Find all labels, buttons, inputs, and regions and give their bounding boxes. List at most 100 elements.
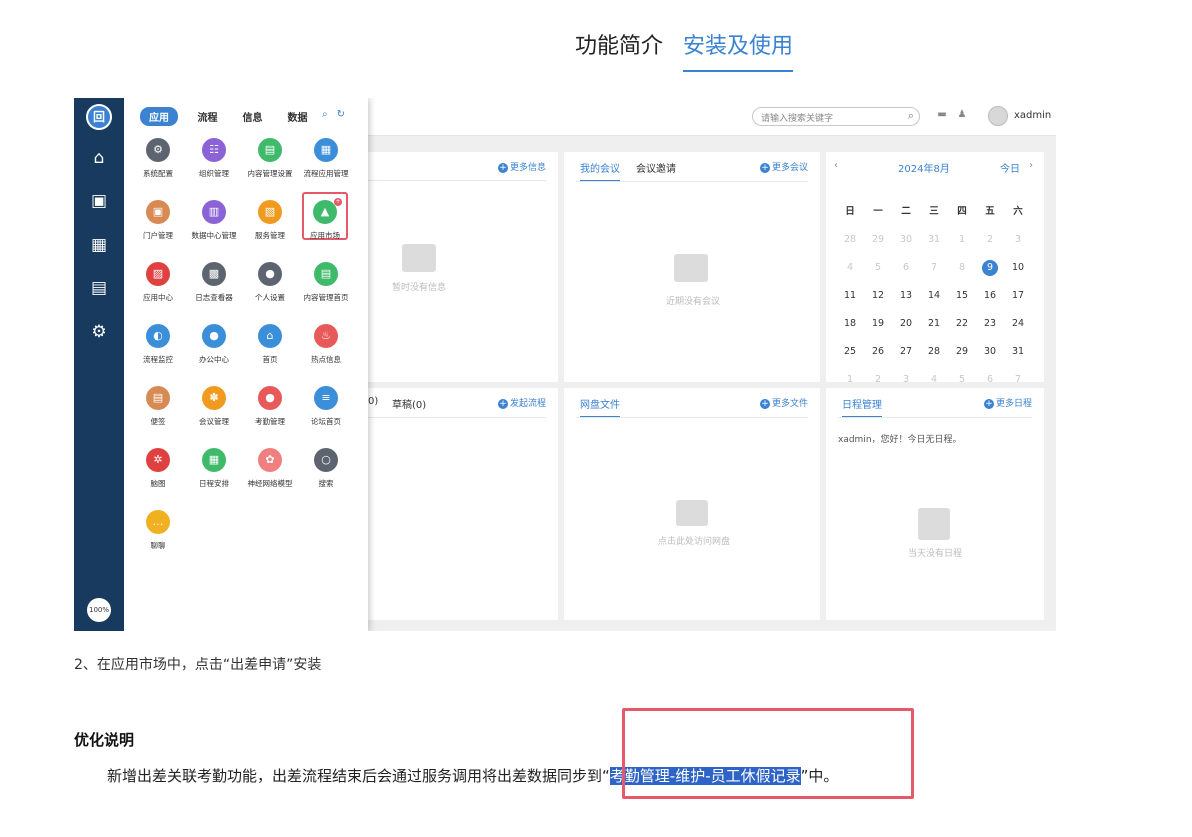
app-item[interactable]: ▦ 流程应用管理 xyxy=(296,138,356,179)
start-flow-link[interactable]: 发起流程 xyxy=(498,396,546,409)
user-name[interactable]: xadmin xyxy=(1014,110,1051,121)
zoom-level[interactable]: 100% xyxy=(87,598,111,622)
app-item[interactable]: ⌂ 首页 xyxy=(240,324,300,365)
app-item[interactable]: … 聊聊 xyxy=(128,510,188,551)
app-item[interactable]: ✿ 神经网络模型 xyxy=(240,448,300,489)
menu-tab-flow[interactable]: 流程 xyxy=(185,107,230,126)
app-label: 内容管理设置 xyxy=(247,169,293,178)
app-item[interactable]: ▥ 数据中心管理 xyxy=(184,200,244,241)
app-item[interactable]: ▩ 日志查看器 xyxy=(184,262,244,303)
calendar-day[interactable]: 13 xyxy=(892,282,920,310)
avatar[interactable] xyxy=(988,106,1008,126)
app-item[interactable]: ▤ 内容管理首页 xyxy=(296,262,356,303)
calendar-day[interactable]: 2 xyxy=(976,226,1004,254)
calendar-day[interactable]: 28 xyxy=(836,226,864,254)
calendar-day[interactable]: 24 xyxy=(1004,310,1032,338)
calendar-day[interactable]: 5 xyxy=(864,254,892,282)
more-files-link[interactable]: 更多文件 xyxy=(760,396,808,409)
disk-empty-text[interactable]: 点击此处访问网盘 xyxy=(658,534,730,547)
search-icon[interactable]: ⌕ xyxy=(908,109,914,123)
tab-my-meetings[interactable]: 我的会议 xyxy=(580,160,620,175)
today-button[interactable]: 今日 xyxy=(1000,160,1020,175)
menu-tab-apps[interactable]: 应用 xyxy=(140,107,178,126)
calendar-day[interactable]: 14 xyxy=(920,282,948,310)
app-item[interactable]: ● 考勤管理 xyxy=(240,386,300,427)
calendar-day-today[interactable]: 9 xyxy=(976,254,1004,282)
menu-tab-info[interactable]: 信息 xyxy=(230,107,275,126)
app-item[interactable]: ☷ 组织管理 xyxy=(184,138,244,179)
home-icon[interactable]: ⌂ xyxy=(89,149,109,167)
calendar-day[interactable]: 30 xyxy=(892,226,920,254)
calendar-day[interactable]: 19 xyxy=(864,310,892,338)
menu-tab-data[interactable]: 数据 xyxy=(275,107,320,126)
shirt-icon[interactable]: ♟ xyxy=(956,109,968,121)
app-item[interactable]: ≡ 论坛首页 xyxy=(296,386,356,427)
message-icon[interactable]: ▬ xyxy=(936,109,948,121)
calendar-day[interactable]: 10 xyxy=(1004,254,1032,282)
refresh-icon[interactable]: ↻ xyxy=(337,109,345,120)
prev-month-icon[interactable]: ‹ xyxy=(834,160,838,171)
calendar-day[interactable]: 18 xyxy=(836,310,864,338)
user-settings-icon[interactable]: ⚙ xyxy=(89,323,109,341)
calendar-day[interactable]: 31 xyxy=(1004,338,1032,366)
calendar-day[interactable]: 22 xyxy=(948,310,976,338)
calendar-day-number: 31 xyxy=(1011,346,1025,357)
menu-search-icon[interactable]: ⌕ xyxy=(322,109,328,120)
calendar-grid: 日一二三四五六 28 29 30 31 1 2 3 4 5 6 7 8 9 10 11 12 13 14 15 16 17… xyxy=(836,198,1032,394)
calendar-day[interactable]: 30 xyxy=(976,338,1004,366)
app-item[interactable]: ▧ 服务管理 xyxy=(240,200,300,241)
calendar-day[interactable]: 16 xyxy=(976,282,1004,310)
app-item[interactable]: ● 办公中心 xyxy=(184,324,244,365)
calendar-day[interactable]: 25 xyxy=(836,338,864,366)
next-month-icon[interactable]: › xyxy=(1029,160,1033,171)
calendar-day[interactable]: 31 xyxy=(920,226,948,254)
header-search-input[interactable]: 请输入搜索关键字 ⌕ xyxy=(752,107,920,126)
monitor-user-icon[interactable]: ▣ xyxy=(89,192,109,210)
calendar-day[interactable]: 4 xyxy=(836,254,864,282)
app-item[interactable]: ▣ 门户管理 xyxy=(128,200,188,241)
calendar-day[interactable]: 20 xyxy=(892,310,920,338)
more-schedule-link[interactable]: 更多日程 xyxy=(984,396,1032,409)
tab-flow-count[interactable]: 0) xyxy=(368,396,378,407)
calendar-day[interactable]: 17 xyxy=(1004,282,1032,310)
calendar-day[interactable]: 3 xyxy=(1004,226,1032,254)
tab-install-usage[interactable]: 安装及使用 xyxy=(683,28,794,72)
app-item[interactable]: ⚙ 系统配置 xyxy=(128,138,188,179)
calendar-day[interactable]: 29 xyxy=(864,226,892,254)
schedule-title[interactable]: 日程管理 xyxy=(842,396,882,411)
report-icon[interactable]: ▦ xyxy=(89,236,109,254)
more-info-link[interactable]: 更多信息 xyxy=(498,160,546,173)
tab-feature-intro[interactable]: 功能简介 xyxy=(575,28,663,72)
calendar-day[interactable]: 11 xyxy=(836,282,864,310)
app-item[interactable]: ▨ 应用中心 xyxy=(128,262,188,303)
tab-drafts[interactable]: 草稿(0) xyxy=(392,396,426,411)
calendar-day-number: 30 xyxy=(899,234,913,245)
calendar-day[interactable]: 12 xyxy=(864,282,892,310)
calendar-day[interactable]: 15 xyxy=(948,282,976,310)
app-item[interactable]: ♨ 热点信息 xyxy=(296,324,356,365)
app-item[interactable]: ▤ 便签 xyxy=(128,386,188,427)
calendar-icon[interactable]: ▤ xyxy=(89,279,109,297)
calendar-day[interactable]: 7 xyxy=(920,254,948,282)
disk-title[interactable]: 网盘文件 xyxy=(580,396,620,411)
app-item[interactable]: ✲ 脑图 xyxy=(128,448,188,489)
calendar-day[interactable]: 21 xyxy=(920,310,948,338)
more-meetings-link[interactable]: 更多会议 xyxy=(760,160,808,173)
calendar-day[interactable]: 23 xyxy=(976,310,1004,338)
logo-icon[interactable]: 回 xyxy=(86,104,112,130)
calendar-day[interactable]: 28 xyxy=(920,338,948,366)
calendar-day[interactable]: 8 xyxy=(948,254,976,282)
calendar-day[interactable]: 27 xyxy=(892,338,920,366)
tab-meeting-invites[interactable]: 会议邀请 xyxy=(636,160,676,175)
app-item[interactable]: ▦ 日程安排 xyxy=(184,448,244,489)
app-item[interactable]: ▲ 应用市场 + xyxy=(302,192,348,240)
app-item[interactable]: ● 个人设置 xyxy=(240,262,300,303)
app-item[interactable]: ○ 搜索 xyxy=(296,448,356,489)
app-item[interactable]: ◐ 流程监控 xyxy=(128,324,188,365)
calendar-day[interactable]: 6 xyxy=(892,254,920,282)
calendar-day[interactable]: 29 xyxy=(948,338,976,366)
calendar-day[interactable]: 26 xyxy=(864,338,892,366)
app-item[interactable]: ✽ 会议管理 xyxy=(184,386,244,427)
calendar-day[interactable]: 1 xyxy=(948,226,976,254)
app-item[interactable]: ▤ 内容管理设置 xyxy=(240,138,300,179)
